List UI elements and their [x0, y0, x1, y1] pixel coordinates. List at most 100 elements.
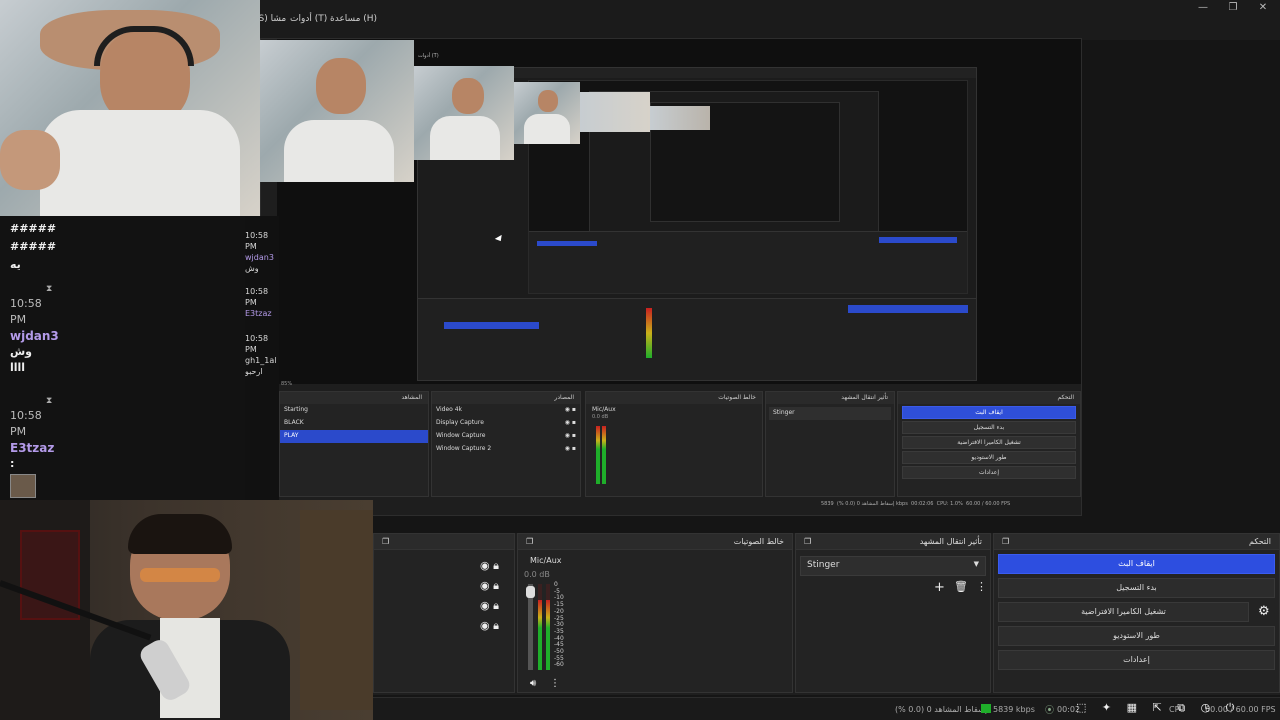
- volume-slider-handle[interactable]: [526, 586, 535, 598]
- chat-mini-line: 10:58 PM gh1_1al ارحبو: [245, 334, 277, 376]
- chat-panel: ##### ##### يه 10:58 PM wjdan3 وش اااا 1…: [0, 216, 245, 500]
- minimize-button[interactable]: —: [1196, 2, 1210, 13]
- studio-mode-button[interactable]: طور الاستوديو: [902, 451, 1076, 464]
- chevron-down-icon: ▼: [973, 560, 979, 568]
- sunglasses: [140, 568, 220, 582]
- dock-float-icon[interactable]: ❐: [1002, 537, 1009, 546]
- settings-button[interactable]: إعدادات: [998, 650, 1275, 670]
- settings-button[interactable]: إعدادات: [902, 466, 1076, 479]
- eye-icon[interactable]: ◉ 🔒︎: [480, 616, 499, 636]
- webcam-nested-3: [514, 82, 580, 144]
- chat-message: 10:58 PM E3tzaz :: [10, 409, 55, 470]
- inner-status-bar: إسقاط المشاهد 0 (0.0 %) 5839 kbps 00:02:…: [821, 501, 1011, 507]
- hourglass-icon: ⧗: [46, 284, 53, 294]
- scene-item[interactable]: BLACK: [280, 417, 428, 430]
- trash-icon[interactable]: 🗑︎: [954, 580, 968, 593]
- dock-header: التحكم ❐: [994, 534, 1279, 550]
- inner-preview-toolbar: 85%: [281, 381, 401, 391]
- dropped-frames: إسقاط المشاهد 0 (0.0 %): [895, 705, 987, 714]
- sticker-image: [10, 474, 36, 498]
- source-item[interactable]: Window Capture ◉ ▪: [432, 430, 580, 443]
- dock-title: التحكم: [1249, 537, 1271, 546]
- overlay-toolbar: ⬚ ✦ ▦ ⇱ ⧉ ◷ ⏻: [1076, 701, 1276, 717]
- virtual-camera-button[interactable]: تشغيل الكاميرا الافتراضية: [902, 436, 1076, 449]
- gear-icon[interactable]: ⚙: [1258, 604, 1270, 619]
- eye-icon[interactable]: ◉ ▪: [565, 406, 576, 413]
- webcam-top: [0, 0, 260, 216]
- person-hair: [128, 514, 232, 554]
- source-item[interactable]: Window Capture 2 ◉ ▪: [432, 443, 580, 456]
- inner-transitions-dock: تأثير انتقال المشهد Stinger: [765, 391, 895, 497]
- eye-icon[interactable]: ◉ ▪: [565, 445, 576, 452]
- inner-controls-dock: التحكم ايقاف البث بدء التسجيل تشغيل الكا…: [897, 391, 1081, 497]
- chat-message: #####: [10, 222, 57, 235]
- eye-icon[interactable]: ◉ ▪: [565, 432, 576, 439]
- grid-icon[interactable]: ▦: [1127, 701, 1137, 714]
- dock-title: تأثير انتقال المشهد: [919, 537, 982, 546]
- dock-title: المشاهد: [280, 392, 428, 404]
- eye-icon[interactable]: ◉ 🔒︎: [480, 556, 499, 576]
- chat-mini-line: 10:58 PM wjdan3 وش: [245, 231, 274, 273]
- scene-item-selected[interactable]: PLAY: [280, 430, 428, 443]
- crop-icon[interactable]: ⬚: [1076, 701, 1086, 714]
- webcam-nested-1: [260, 40, 414, 182]
- dock-title: المصادر: [432, 392, 580, 404]
- lock-icon[interactable]: 🔒︎: [493, 619, 499, 632]
- person-hand: [0, 130, 60, 190]
- dock-float-icon[interactable]: ❐: [526, 537, 533, 546]
- start-recording-button[interactable]: بدء التسجيل: [998, 578, 1275, 598]
- source-visibility-icons: ◉ 🔒︎ ◉ 🔒︎ ◉ 🔒︎ ◉ 🔒︎: [480, 556, 499, 636]
- webcam-bottom: [0, 500, 373, 720]
- source-item[interactable]: Display Capture ◉ ▪: [432, 417, 580, 430]
- dock-float-icon[interactable]: ❐: [382, 537, 389, 546]
- sources-dock: ❐ ◉ 🔒︎ ◉ 🔒︎ ◉ 🔒︎ ◉ 🔒︎: [373, 533, 515, 693]
- dock-title: التحكم: [898, 392, 1080, 404]
- scene-item[interactable]: Starting: [280, 404, 428, 417]
- virtual-camera-button[interactable]: تشغيل الكاميرا الافتراضية: [998, 602, 1249, 622]
- obs-docks-area: ❐ ◉ 🔒︎ ◉ 🔒︎ ◉ 🔒︎ ◉ 🔒︎ خالط الصوتيات ❐ Mi…: [373, 533, 1280, 695]
- source-item[interactable]: Video 4k ◉ ▪: [432, 404, 580, 417]
- eye-icon[interactable]: ◉ 🔒︎: [480, 576, 499, 596]
- eye-icon[interactable]: ◉ ▪: [565, 419, 576, 426]
- clock-icon[interactable]: ◷: [1201, 701, 1211, 714]
- power-icon[interactable]: ⏻: [1226, 701, 1235, 714]
- volume-meter: [596, 426, 600, 484]
- chat-mini: 10:58 PM wjdan3 وش 10:58 PM E3tzaz 10:58…: [245, 216, 279, 500]
- lock-icon[interactable]: 🔒︎: [493, 559, 499, 572]
- menu-help[interactable]: مساعدة (H): [330, 14, 377, 24]
- transition-select[interactable]: Stinger ▼: [800, 556, 986, 576]
- start-recording-button[interactable]: بدء التسجيل: [902, 421, 1076, 434]
- studio-mode-button[interactable]: طور الاستوديو: [998, 626, 1275, 646]
- nested-menu: أدوات (T): [418, 53, 439, 59]
- dock-title: تأثير انتقال المشهد: [766, 392, 894, 404]
- lock-icon[interactable]: 🔒︎: [493, 599, 499, 612]
- eye-icon[interactable]: ◉ 🔒︎: [480, 596, 499, 616]
- cursor-icon[interactable]: ⇱: [1153, 701, 1162, 714]
- add-icon[interactable]: +: [934, 580, 945, 595]
- layers-icon[interactable]: ⧉: [1177, 701, 1185, 714]
- pin-icon[interactable]: ✦: [1102, 701, 1111, 714]
- more-options-icon[interactable]: ⋮: [550, 678, 560, 689]
- mixer-channel-name: Mic/Aux: [592, 406, 616, 413]
- lock-icon[interactable]: 🔒︎: [493, 579, 499, 592]
- chat-username[interactable]: E3tzaz: [10, 440, 54, 456]
- webcam-nested-5: [650, 106, 710, 130]
- maximize-button[interactable]: ❐: [1226, 2, 1240, 13]
- stop-stream-button[interactable]: ايقاف البث: [902, 406, 1076, 419]
- speaker-icon[interactable]: 🔊︎: [530, 678, 536, 689]
- stream-icon: ⦿: [1045, 706, 1055, 716]
- volume-meter-right: [546, 600, 550, 670]
- zoom-label: 85%: [281, 381, 293, 387]
- dock-header: خالط الصوتيات ❐: [518, 534, 792, 550]
- chat-message: #####: [10, 240, 57, 253]
- controls-dock: التحكم ❐ ايقاف البث بدء التسجيل تشغيل ال…: [993, 533, 1280, 693]
- chat-username[interactable]: wjdan3: [10, 328, 59, 344]
- dock-float-icon[interactable]: ❐: [804, 537, 811, 546]
- dock-header: ❐: [374, 534, 514, 550]
- more-options-icon[interactable]: ⋮: [976, 580, 987, 593]
- volume-meter: [602, 426, 606, 484]
- transition-select[interactable]: Stinger: [769, 407, 891, 420]
- close-button[interactable]: ✕: [1256, 2, 1270, 13]
- stop-stream-button[interactable]: ايقاف البث: [998, 554, 1275, 574]
- menu-tools[interactable]: أدوات (T): [290, 14, 327, 24]
